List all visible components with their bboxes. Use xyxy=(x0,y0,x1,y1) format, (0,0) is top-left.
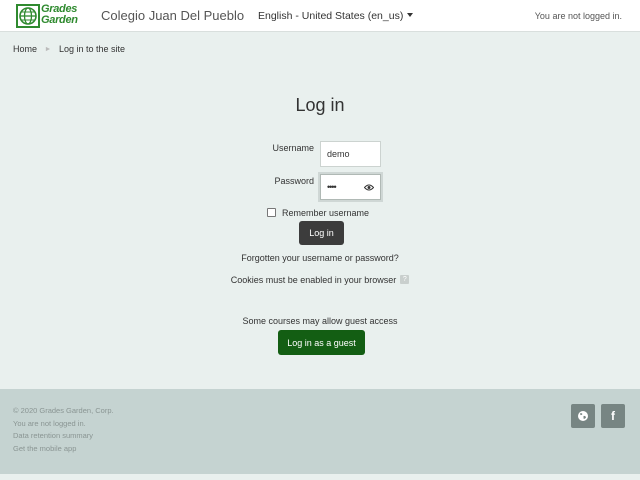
page-footer: © 2020 Grades Garden, Corp. You are not … xyxy=(0,389,640,474)
footer-info: © 2020 Grades Garden, Corp. You are not … xyxy=(13,405,114,455)
facebook-glyph: f xyxy=(611,409,615,423)
globe-logo-icon xyxy=(16,4,40,28)
language-menu[interactable]: English - United States (en_us) xyxy=(258,10,414,22)
password-input[interactable]: •••• xyxy=(320,174,381,200)
footer-social-icons: f xyxy=(568,404,625,428)
globe-glyph-icon xyxy=(578,411,589,421)
guest-access-note: Some courses may allow guest access xyxy=(242,316,398,326)
footer-bottom-strip xyxy=(0,474,640,480)
help-icon[interactable]: ? xyxy=(400,275,410,285)
footer-login-status: You are not logged in. xyxy=(13,418,86,428)
login-as-guest-button[interactable]: Log in as a guest xyxy=(278,330,365,355)
password-label: Password xyxy=(274,176,314,186)
breadcrumb-separator-icon: ► xyxy=(44,46,52,53)
logo-line2: Garden xyxy=(41,14,78,26)
remember-username-checkbox[interactable] xyxy=(267,208,276,218)
remember-username-row[interactable]: Remember username xyxy=(267,208,369,218)
remember-username-label: Remember username xyxy=(282,208,370,218)
site-logo[interactable]: Grades Garden xyxy=(16,4,88,28)
site-name-link[interactable]: Colegio Juan Del Pueblo xyxy=(101,8,244,23)
top-navbar: Grades Garden Colegio Juan Del Pueblo En… xyxy=(0,0,640,32)
login-button[interactable]: Log in xyxy=(299,221,344,245)
cookies-text: Cookies must be enabled in your browser xyxy=(230,275,397,285)
logo-wordmark: Grades Garden xyxy=(41,4,78,26)
cookies-notice: Cookies must be enabled in your browser? xyxy=(0,275,640,285)
forgot-password-link[interactable]: Forgotten your username or password? xyxy=(241,253,399,263)
username-input[interactable]: demo xyxy=(320,141,381,167)
facebook-icon[interactable]: f xyxy=(601,404,625,428)
breadcrumb: Home ► Log in to the site xyxy=(13,44,125,54)
reveal-password-eye-icon[interactable] xyxy=(364,184,374,191)
caret-down-icon xyxy=(407,13,414,18)
breadcrumb-current-link[interactable]: Log in to the site xyxy=(59,44,125,54)
data-retention-link[interactable]: Data retention summary xyxy=(13,430,114,443)
forgot-password-row: Forgotten your username or password? xyxy=(0,253,640,263)
page-title: Log in xyxy=(295,95,345,115)
breadcrumb-home-link[interactable]: Home xyxy=(13,44,37,54)
username-label: Username xyxy=(272,143,314,153)
footer-copyright: © 2020 Grades Garden, Corp. xyxy=(13,406,114,415)
language-label: English - United States (en_us) xyxy=(258,10,404,22)
header-login-status: You are not logged in. xyxy=(534,11,622,21)
password-mask: •••• xyxy=(327,182,337,192)
mobile-app-link[interactable]: Get the mobile app xyxy=(13,443,114,456)
globe-icon[interactable] xyxy=(571,404,596,428)
